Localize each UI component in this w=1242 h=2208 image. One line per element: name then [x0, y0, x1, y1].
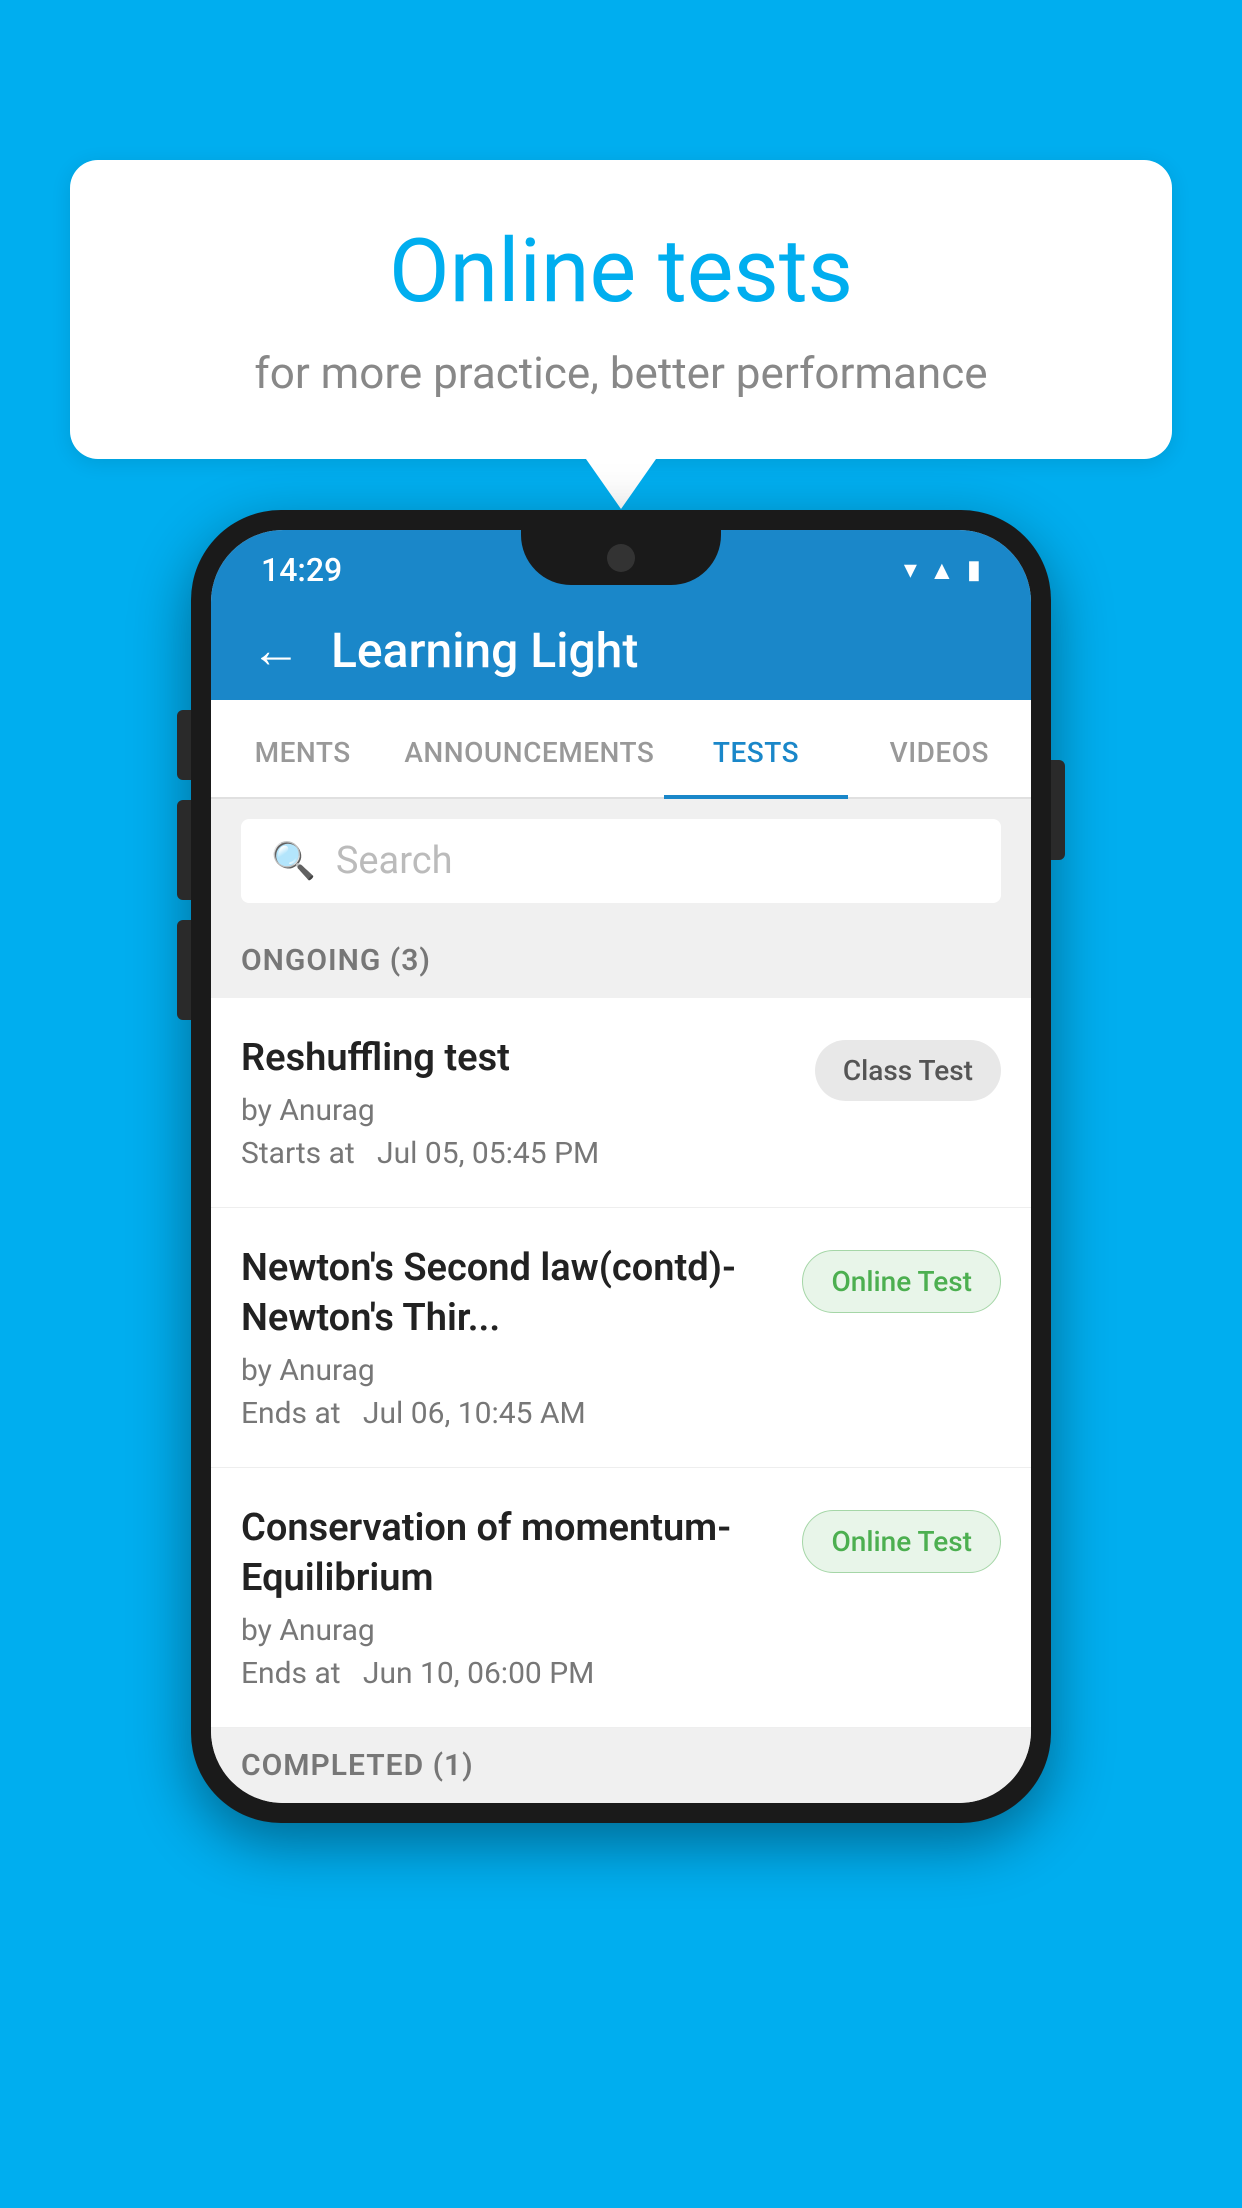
- test-author-3: by Anurag: [241, 1613, 782, 1648]
- test-author-1: by Anurag: [241, 1093, 795, 1128]
- speech-bubble-container: Online tests for more practice, better p…: [70, 160, 1172, 509]
- bubble-title: Online tests: [150, 220, 1092, 323]
- phone-outer: 14:29 ▾ ▲ ▮ ← Learning Light MENTS ANNOU…: [191, 510, 1051, 1823]
- test-date-3: Ends at Jun 10, 06:00 PM: [241, 1656, 782, 1691]
- test-item-2[interactable]: Newton's Second law(contd)-Newton's Thir…: [211, 1208, 1031, 1468]
- bubble-subtitle: for more practice, better performance: [150, 347, 1092, 399]
- test-item-3[interactable]: Conservation of momentum-Equilibrium by …: [211, 1468, 1031, 1728]
- test-info-1: Reshuffling test by Anurag Starts at Jul…: [241, 1034, 795, 1171]
- test-badge-2: Online Test: [802, 1250, 1001, 1313]
- test-info-3: Conservation of momentum-Equilibrium by …: [241, 1504, 782, 1691]
- test-date-2: Ends at Jul 06, 10:45 AM: [241, 1396, 782, 1431]
- speech-bubble: Online tests for more practice, better p…: [70, 160, 1172, 459]
- status-icons: ▾ ▲ ▮: [904, 555, 981, 586]
- battery-icon: ▮: [967, 555, 981, 585]
- wifi-icon: ▾: [904, 555, 917, 585]
- search-icon: 🔍: [271, 840, 316, 882]
- status-time: 14:29: [261, 551, 342, 589]
- volume-down-button: [177, 800, 191, 900]
- search-input-wrapper[interactable]: 🔍 Search: [241, 819, 1001, 903]
- tab-tests[interactable]: TESTS: [664, 700, 847, 797]
- phone-screen: 14:29 ▾ ▲ ▮ ← Learning Light MENTS ANNOU…: [211, 530, 1031, 1803]
- tabs-container: MENTS ANNOUNCEMENTS TESTS VIDEOS: [211, 700, 1031, 799]
- phone-notch: [521, 530, 721, 585]
- test-badge-1: Class Test: [815, 1040, 1001, 1101]
- test-item[interactable]: Reshuffling test by Anurag Starts at Jul…: [211, 998, 1031, 1208]
- power-button: [1051, 760, 1065, 860]
- test-date-1: Starts at Jul 05, 05:45 PM: [241, 1136, 795, 1171]
- test-name-1: Reshuffling test: [241, 1034, 795, 1083]
- test-name-2: Newton's Second law(contd)-Newton's Thir…: [241, 1244, 782, 1343]
- ongoing-section-header: ONGOING (3): [211, 923, 1031, 998]
- search-placeholder: Search: [336, 839, 453, 883]
- test-info-2: Newton's Second law(contd)-Newton's Thir…: [241, 1244, 782, 1431]
- test-author-2: by Anurag: [241, 1353, 782, 1388]
- side-button-3: [177, 920, 191, 1020]
- signal-icon: ▲: [929, 555, 955, 586]
- app-title: Learning Light: [331, 622, 638, 679]
- tab-videos[interactable]: VIDEOS: [848, 700, 1031, 797]
- speech-bubble-arrow: [586, 459, 656, 509]
- phone-container: 14:29 ▾ ▲ ▮ ← Learning Light MENTS ANNOU…: [191, 510, 1051, 1823]
- back-button[interactable]: ←: [251, 621, 301, 680]
- tab-ments[interactable]: MENTS: [211, 700, 394, 797]
- test-list: Reshuffling test by Anurag Starts at Jul…: [211, 998, 1031, 1728]
- phone-camera: [607, 544, 635, 572]
- completed-section-header: COMPLETED (1): [211, 1728, 1031, 1803]
- tab-announcements[interactable]: ANNOUNCEMENTS: [394, 700, 664, 797]
- test-badge-3: Online Test: [802, 1510, 1001, 1573]
- app-header: ← Learning Light: [211, 600, 1031, 700]
- search-container: 🔍 Search: [211, 799, 1031, 923]
- volume-up-button: [177, 710, 191, 780]
- test-name-3: Conservation of momentum-Equilibrium: [241, 1504, 782, 1603]
